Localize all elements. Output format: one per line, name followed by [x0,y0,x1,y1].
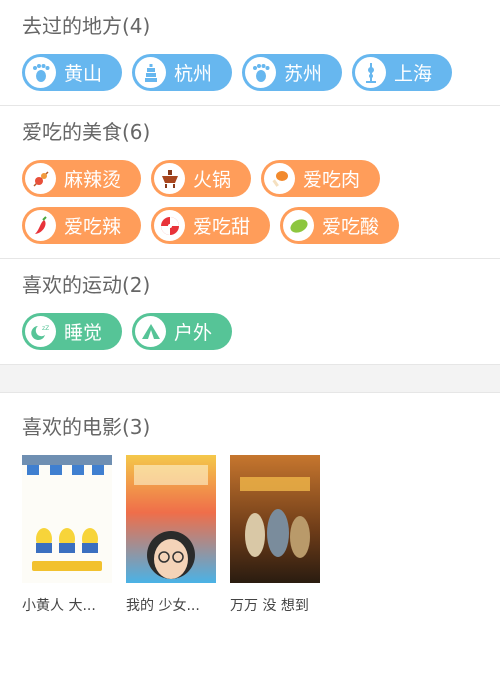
tower-icon [355,57,387,88]
drumstick-icon [264,163,296,194]
footprint-icon [245,57,277,88]
sports-section: 喜欢的运动(2) zZ 睡觉 户外 [0,259,500,365]
food-tag-label: 火锅 [193,169,232,191]
sports-title: 喜欢的运动(2) [22,273,151,297]
svg-text:zZ: zZ [42,325,49,332]
place-tag-label: 杭州 [174,63,213,85]
pagoda-icon [135,57,167,88]
places-title: 去过的地方(4) [22,14,151,38]
hotpot-icon [154,163,186,194]
lemon-icon [283,210,315,241]
movie-item[interactable]: 小黄人 大... [22,455,112,615]
footprint-icon [25,57,56,88]
food-tag-malatang[interactable]: 麻辣烫 [22,160,142,197]
places-tags: 黄山 杭州 苏州 上海 [22,54,478,105]
sport-tag-sleep[interactable]: zZ 睡觉 [22,313,123,350]
food-tag-label: 麻辣烫 [64,169,122,191]
chili-icon [25,210,56,241]
candy-icon [154,210,186,241]
place-tag-huangshan[interactable]: 黄山 [22,54,123,91]
places-section: 去过的地方(4) 黄山 杭州 苏州 上海 [0,0,500,106]
movie-item[interactable]: 万万 没 想到 [230,455,320,615]
movie-item[interactable]: 我的 少女... [126,455,216,615]
food-tag-label: 爱吃甜 [193,216,251,238]
skewer-icon [25,163,56,194]
movie-poster [126,455,216,583]
movie-title: 我的 少女... [126,598,200,614]
movies-section: 喜欢的电影(3) 小黄人 大... 我的 少女... 万万 没 想到 [0,393,500,627]
sport-tag-label: 户外 [174,322,213,344]
movie-poster [230,455,320,583]
movies-title: 喜欢的电影(3) [22,415,151,439]
movie-poster [22,455,112,583]
movie-title: 小黄人 大... [22,598,96,614]
place-tag-suzhou[interactable]: 苏州 [242,54,343,91]
food-tag-hotpot[interactable]: 火锅 [151,160,252,197]
tent-icon [135,316,167,347]
place-tag-label: 上海 [394,63,433,85]
place-tag-label: 黄山 [64,63,103,85]
sports-tags: zZ 睡觉 户外 [22,313,478,364]
sport-tag-outdoor[interactable]: 户外 [132,313,233,350]
movies-list: 小黄人 大... 我的 少女... 万万 没 想到 [22,455,478,627]
sport-tag-label: 睡觉 [64,322,103,344]
movie-title: 万万 没 想到 [230,598,309,614]
foods-title: 爱吃的美食(6) [22,120,151,144]
food-tag-spicy[interactable]: 爱吃辣 [22,207,142,244]
place-tag-label: 苏州 [284,63,323,85]
sleep-icon: zZ [25,316,56,347]
place-tag-hangzhou[interactable]: 杭州 [132,54,233,91]
foods-section: 爱吃的美食(6) 麻辣烫 火锅 爱吃肉 爱吃辣 爱吃甜 爱吃酸 [0,106,500,259]
section-divider [0,365,500,393]
food-tag-sweet[interactable]: 爱吃甜 [151,207,271,244]
food-tag-meat[interactable]: 爱吃肉 [261,160,381,197]
foods-tags: 麻辣烫 火锅 爱吃肉 爱吃辣 爱吃甜 爱吃酸 [22,160,478,258]
food-tag-label: 爱吃酸 [322,216,380,238]
food-tag-label: 爱吃肉 [303,169,361,191]
food-tag-label: 爱吃辣 [64,216,122,238]
food-tag-sour[interactable]: 爱吃酸 [280,207,400,244]
place-tag-shanghai[interactable]: 上海 [352,54,453,91]
